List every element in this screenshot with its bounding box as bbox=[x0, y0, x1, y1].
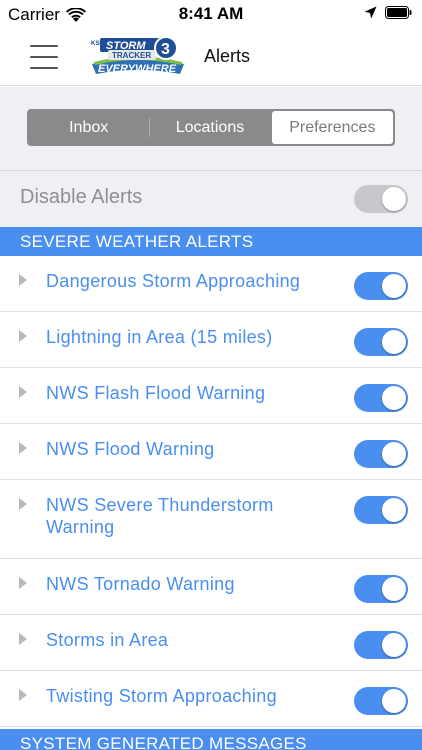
alert-label: NWS Flood Warning bbox=[46, 439, 215, 459]
disable-alerts-toggle[interactable] bbox=[354, 185, 408, 213]
toggle-knob bbox=[382, 386, 406, 410]
menu-line bbox=[30, 56, 58, 58]
logo-line3: EVERYWHERE bbox=[98, 63, 177, 75]
chevron-right-icon[interactable] bbox=[19, 386, 27, 398]
alert-list: Dangerous Storm Approaching Lightning in… bbox=[0, 256, 422, 727]
alert-row[interactable]: NWS Severe Thunderstorm Warning bbox=[0, 480, 422, 559]
toggle-knob bbox=[382, 274, 406, 298]
segmented-area: Inbox Locations Preferences bbox=[0, 87, 422, 171]
alert-label: Storms in Area bbox=[46, 630, 169, 650]
section-header-system: SYSTEM GENERATED MESSAGES bbox=[0, 729, 422, 750]
logo-number: 3 bbox=[161, 41, 170, 58]
status-right bbox=[364, 6, 412, 19]
storm-tracker-logo: KSN STORM TRACKER 3 EVERYWHERE MOBILE AP… bbox=[91, 36, 184, 80]
page-title: Alerts bbox=[204, 46, 251, 66]
menu-line bbox=[30, 45, 58, 47]
logo-line4: MOBILE APP bbox=[144, 75, 171, 80]
menu-button[interactable] bbox=[30, 45, 58, 69]
chevron-right-icon[interactable] bbox=[19, 577, 27, 589]
chevron-right-icon[interactable] bbox=[19, 330, 27, 342]
alert-row[interactable]: NWS Flood Warning bbox=[0, 424, 422, 480]
chevron-right-icon[interactable] bbox=[19, 274, 27, 286]
alert-toggle[interactable] bbox=[354, 440, 408, 468]
alert-toggle[interactable] bbox=[354, 687, 408, 715]
alert-toggle[interactable] bbox=[354, 272, 408, 300]
alert-toggle[interactable] bbox=[354, 575, 408, 603]
alert-toggle[interactable] bbox=[354, 496, 408, 524]
tab-inbox[interactable]: Inbox bbox=[28, 110, 149, 145]
alert-row[interactable]: NWS Flash Flood Warning bbox=[0, 368, 422, 424]
battery-icon bbox=[385, 6, 412, 19]
disable-alerts-row: Disable Alerts bbox=[0, 171, 422, 227]
alert-label: NWS Tornado Warning bbox=[46, 574, 235, 594]
alert-row[interactable]: Twisting Storm Approaching bbox=[0, 671, 422, 727]
toggle-knob bbox=[382, 633, 406, 657]
chevron-right-icon[interactable] bbox=[19, 633, 27, 645]
chevron-right-icon[interactable] bbox=[19, 442, 27, 454]
alert-row[interactable]: NWS Tornado Warning bbox=[0, 559, 422, 615]
toggle-knob bbox=[382, 330, 406, 354]
alert-toggle[interactable] bbox=[354, 384, 408, 412]
alert-toggle[interactable] bbox=[354, 631, 408, 659]
toggle-knob bbox=[382, 442, 406, 466]
section-header-severe: SEVERE WEATHER ALERTS bbox=[0, 227, 422, 256]
alert-toggle[interactable] bbox=[354, 328, 408, 356]
toggle-knob bbox=[382, 498, 406, 522]
nav-bar: KSN STORM TRACKER 3 EVERYWHERE MOBILE AP… bbox=[0, 30, 422, 86]
logo-line2: TRACKER bbox=[112, 51, 151, 60]
alert-label: Twisting Storm Approaching bbox=[46, 686, 277, 706]
toggle-knob bbox=[382, 689, 406, 713]
alert-row[interactable]: Storms in Area bbox=[0, 615, 422, 671]
tab-locations[interactable]: Locations bbox=[149, 110, 270, 145]
status-bar: Carrier 8:41 AM bbox=[0, 0, 422, 30]
alert-label: Lightning in Area (15 miles) bbox=[46, 327, 273, 347]
disable-alerts-label: Disable Alerts bbox=[20, 186, 143, 208]
location-arrow-icon bbox=[364, 6, 377, 19]
alert-label: Dangerous Storm Approaching bbox=[46, 271, 301, 291]
alert-row[interactable]: Lightning in Area (15 miles) bbox=[0, 312, 422, 368]
toggle-knob bbox=[382, 187, 406, 211]
logo-brand: KSN bbox=[91, 41, 104, 47]
segmented-control: Inbox Locations Preferences bbox=[27, 109, 395, 146]
alert-label: NWS Flash Flood Warning bbox=[46, 383, 266, 403]
chevron-right-icon[interactable] bbox=[19, 498, 27, 510]
chevron-right-icon[interactable] bbox=[19, 689, 27, 701]
tab-preferences[interactable]: Preferences bbox=[271, 111, 393, 144]
toggle-knob bbox=[382, 577, 406, 601]
menu-line bbox=[30, 67, 58, 69]
alert-label: NWS Severe Thunderstorm Warning bbox=[46, 495, 274, 537]
alert-row[interactable]: Dangerous Storm Approaching bbox=[0, 256, 422, 312]
status-time: 8:41 AM bbox=[178, 4, 244, 23]
